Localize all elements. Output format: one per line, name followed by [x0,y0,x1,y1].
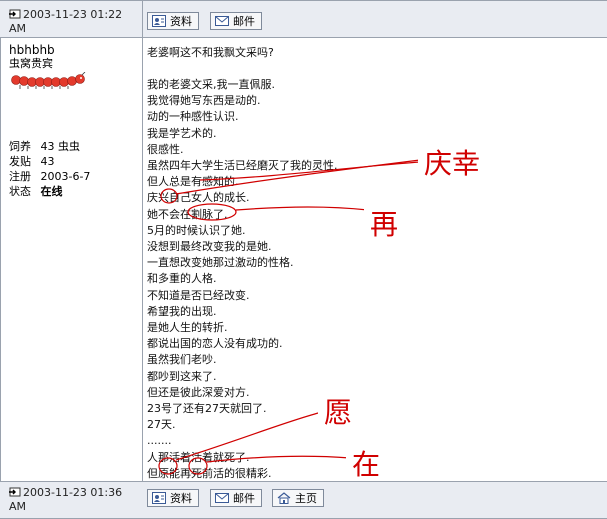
column-divider [142,0,143,519]
annotation-correction: 在 [346,448,416,481]
post-body-line: 23号了还有27天就回了. [147,402,267,415]
stat-label: 注册 [9,170,31,183]
author-stat-registered: 注册 2003-6-7 [9,170,90,183]
annotation-correction: 庆幸 [418,147,514,183]
post-body-line: 都吵到这来了. [147,369,217,383]
profile-icon [152,15,166,27]
mail-button-label: 邮件 [233,492,255,505]
post-body-line: 我觉得她写东西是动的. [147,94,261,108]
mail-button-bottom[interactable]: 邮件 [210,489,262,507]
stat-label: 状态 [9,185,31,198]
profile-button-bottom[interactable]: 资料 [147,489,199,507]
post-body-line: 27天. [147,418,176,432]
post-body-line: 都说出国的恋人没有成功的. [147,337,283,351]
stat-value: 43 [40,155,55,168]
homepage-button-label: 主页 [295,492,317,505]
post-body-line: 但原能再死前活的很精彩. [147,466,272,480]
author-title: 虫窝贵宾 [9,57,53,70]
post-body-line: 5月的时候认识了她. [147,223,246,237]
mail-button-top[interactable]: 邮件 [210,12,262,30]
stat-value: 2003-6-7 [40,170,91,183]
profile-button-top[interactable]: 资料 [147,12,199,30]
author-name[interactable]: hbhbhb [9,44,139,57]
post-body-line: 一直想改变她那过激动的性格. [147,256,294,270]
stat-label: 发贴 [9,155,31,168]
stat-label: 饲养 [9,140,31,153]
post-body-line: 是她人生的转折. [147,321,228,334]
profile-button-label: 资料 [170,492,192,505]
post-timestamp-bottom: 2003-11-23 01:36 AM [9,486,141,514]
post-body-line: 庆兴自己女人的成长. [147,191,250,205]
post-body-line: 虽然我们老吵. [147,353,217,367]
author-stat-pets: 饲养 43 虫虫 [9,140,80,153]
post-body-line: 很感性. [147,142,184,156]
author-panel: hbhbhb 虫窝贵宾 [9,44,139,90]
annotation-line [235,206,369,211]
post-body-line: 我的老婆文采,我一直佩服. [147,78,275,91]
annotation-correction: 再 [364,208,426,242]
post-body-line: 没想到最终改变我的是她. [147,240,272,253]
post-body-line: 动的一种感性认识. [147,110,239,124]
left-border [0,0,1,519]
stat-value: 43 虫虫 [40,140,81,153]
status-online-badge: 在线 [40,185,63,198]
author-stat-posts: 发贴 43 [9,155,55,168]
mail-icon [215,493,229,503]
post-body-line: 和多重的人格. [147,272,217,286]
profile-button-label: 资料 [170,15,192,28]
post-arrow-icon [9,9,21,19]
profile-icon [152,492,166,504]
post-body-line: 不知道是否已经改变. [147,288,250,302]
post-body-line: 虽然四年大学生活已经磨灭了我的灵性. [147,159,338,172]
post-body-line: ....... [147,434,172,448]
timestamp-text: 2003-11-23 01:36 AM [9,486,123,513]
mail-icon [215,16,229,26]
post-body-line: 但还是彼此深爱对方. [147,385,250,399]
timestamp-text: 2003-11-23 01:22 AM [9,8,123,35]
rank-caterpillar-icon [11,72,86,89]
mail-button-label: 邮件 [233,15,255,28]
post-body-line: 但人总是有感知的. [147,175,239,189]
author-stat-status: 状态 在线 [9,185,63,198]
post-arrow-icon [9,487,21,497]
home-icon [277,492,291,504]
homepage-button-bottom[interactable]: 主页 [272,489,324,507]
post-body-line: 希望我的出现. [147,304,217,318]
forum-page: 2003-11-23 01:22 AM 资料 邮件 hbhbhb 虫窝贵宾 饲养… [0,0,607,519]
post-timestamp-top: 2003-11-23 01:22 AM [9,8,141,36]
post-title-line: 老婆啊这不和我飘文采吗? [147,46,274,59]
annotation-correction: 愿 [318,396,416,430]
post-body-line: 人那活着活着就死了. [147,450,250,464]
post-body-line: 她不会在割脉了. [147,207,228,221]
post-body-line: 我是学艺术的. [147,126,217,140]
